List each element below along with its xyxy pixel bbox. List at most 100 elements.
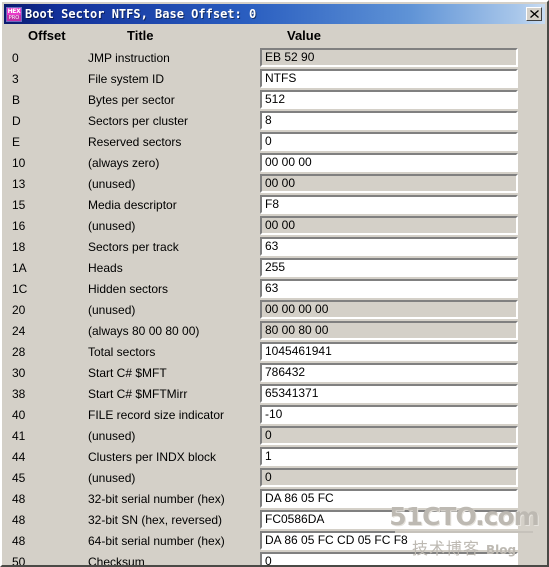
row-value-input[interactable]: 65341371 [260, 384, 518, 403]
row-value-input[interactable]: -10 [260, 405, 518, 424]
column-header-value: Value [287, 28, 321, 43]
row-value-input[interactable]: 63 [260, 279, 518, 298]
row-value-readonly: 00 00 [260, 216, 518, 235]
row-value-input[interactable]: 8 [260, 111, 518, 130]
row-title: Start C# $MFTMirr [88, 387, 188, 401]
row-value-readonly: 00 00 [260, 174, 518, 193]
row-offset: 30 [12, 366, 26, 380]
row-offset: 40 [12, 408, 26, 422]
row-title: (always 80 00 80 00) [88, 324, 200, 338]
table-row: 20 (unused) 00 00 00 00 [2, 300, 547, 321]
table-row: 10 (always zero) 00 00 00 [2, 153, 547, 174]
table-row: E Reserved sectors 0 [2, 132, 547, 153]
row-title: (unused) [88, 303, 136, 317]
table-row: 24 (always 80 00 80 00) 80 00 80 00 [2, 321, 547, 342]
hex-editor-icon: HEX PRO [6, 6, 22, 22]
row-offset: 16 [12, 219, 26, 233]
row-value-input[interactable]: F8 [260, 195, 518, 214]
row-value-input[interactable]: 255 [260, 258, 518, 277]
row-value-input[interactable]: 786432 [260, 363, 518, 382]
window-titlebar[interactable]: HEX PRO Boot Sector NTFS, Base Offset: 0 [4, 4, 545, 24]
row-value-readonly: 80 00 80 00 [260, 321, 518, 340]
row-title: (unused) [88, 219, 136, 233]
row-title: Total sectors [88, 345, 156, 359]
row-value-input[interactable]: 00 00 00 [260, 153, 518, 172]
table-row: 30 Start C# $MFT 786432 [2, 363, 547, 384]
row-value-readonly: EB 52 90 [260, 48, 518, 67]
row-title: 32-bit SN (hex, reversed) [88, 513, 223, 527]
table-row: 45 (unused) 0 [2, 468, 547, 489]
row-value-readonly: 00 00 00 00 [260, 300, 518, 319]
table-row: 48 32-bit serial number (hex) DA 86 05 FC [2, 489, 547, 510]
row-title: (unused) [88, 177, 136, 191]
close-button[interactable] [526, 7, 542, 21]
row-value-input[interactable]: 63 [260, 237, 518, 256]
row-title: Clusters per INDX block [88, 450, 217, 464]
row-title: (unused) [88, 429, 136, 443]
row-value-input[interactable]: 0 [260, 132, 518, 151]
table-row: 40 FILE record size indicator -10 [2, 405, 547, 426]
row-title: Sectors per track [88, 240, 179, 254]
row-title: Hidden sectors [88, 282, 169, 296]
row-offset: 41 [12, 429, 26, 443]
row-offset: 28 [12, 345, 26, 359]
table-row: 1A Heads 255 [2, 258, 547, 279]
row-value-input[interactable]: DA 86 05 FC [260, 489, 518, 508]
boot-sector-window: HEX PRO Boot Sector NTFS, Base Offset: 0… [0, 0, 549, 567]
close-icon [529, 10, 539, 18]
column-header-title: Title [127, 28, 154, 43]
row-title: Checksum [88, 555, 145, 567]
table-row: 48 64-bit serial number (hex) DA 86 05 FC … [2, 531, 547, 552]
table-row: 28 Total sectors 1045461941 [2, 342, 547, 363]
row-offset: 48 [12, 492, 26, 506]
boot-sector-field-list: 0 JMP instruction EB 52 90 3 File system ID N… [2, 48, 547, 567]
row-offset: 20 [12, 303, 26, 317]
row-value-input[interactable]: FC0586DA [260, 510, 518, 529]
row-offset: B [12, 93, 21, 107]
row-offset: 38 [12, 387, 26, 401]
row-offset: 45 [12, 471, 26, 485]
row-offset: 18 [12, 240, 26, 254]
table-row: D Sectors per cluster 8 [2, 111, 547, 132]
row-value-input[interactable]: DA 86 05 FC CD 05 FC F8 [260, 531, 518, 550]
table-row: 1C Hidden sectors 63 [2, 279, 547, 300]
table-row: 16 (unused) 00 00 [2, 216, 547, 237]
row-title: FILE record size indicator [88, 408, 225, 422]
row-value-input[interactable]: 0 [260, 552, 518, 565]
table-row: 44 Clusters per INDX block 1 [2, 447, 547, 468]
row-value-input[interactable]: 512 [260, 90, 518, 109]
table-row: 0 JMP instruction EB 52 90 [2, 48, 547, 69]
table-row: B Bytes per sector 512 [2, 90, 547, 111]
row-offset: E [12, 135, 21, 149]
row-title: 32-bit serial number (hex) [88, 492, 225, 506]
table-row: 41 (unused) 0 [2, 426, 547, 447]
row-value-input[interactable]: 1045461941 [260, 342, 518, 361]
row-offset: 3 [12, 72, 19, 86]
row-value-input[interactable]: NTFS [260, 69, 518, 88]
hex-icon-label-bottom: PRO [7, 14, 21, 21]
row-title: (always zero) [88, 156, 160, 170]
row-title: Reserved sectors [88, 135, 182, 149]
row-value-readonly: 0 [260, 468, 518, 487]
row-offset: 0 [12, 51, 19, 65]
row-title: Bytes per sector [88, 93, 175, 107]
row-offset: 1A [12, 261, 27, 275]
table-row: 50 Checksum 0 [2, 552, 547, 567]
row-title: Media descriptor [88, 198, 177, 212]
row-offset: 48 [12, 534, 26, 548]
row-offset: 15 [12, 198, 26, 212]
table-row: 13 (unused) 00 00 [2, 174, 547, 195]
row-title: Start C# $MFT [88, 366, 167, 380]
column-header-offset: Offset [28, 28, 66, 43]
column-header-row: Offset Title Value [2, 28, 547, 48]
row-value-input[interactable]: 1 [260, 447, 518, 466]
table-row: 48 32-bit SN (hex, reversed) FC0586DA [2, 510, 547, 531]
table-row: 15 Media descriptor F8 [2, 195, 547, 216]
row-title: JMP instruction [88, 51, 170, 65]
row-offset: 10 [12, 156, 26, 170]
row-offset: 50 [12, 555, 26, 567]
row-title: File system ID [88, 72, 165, 86]
row-offset: 13 [12, 177, 26, 191]
row-title: Sectors per cluster [88, 114, 189, 128]
table-row: 3 File system ID NTFS [2, 69, 547, 90]
